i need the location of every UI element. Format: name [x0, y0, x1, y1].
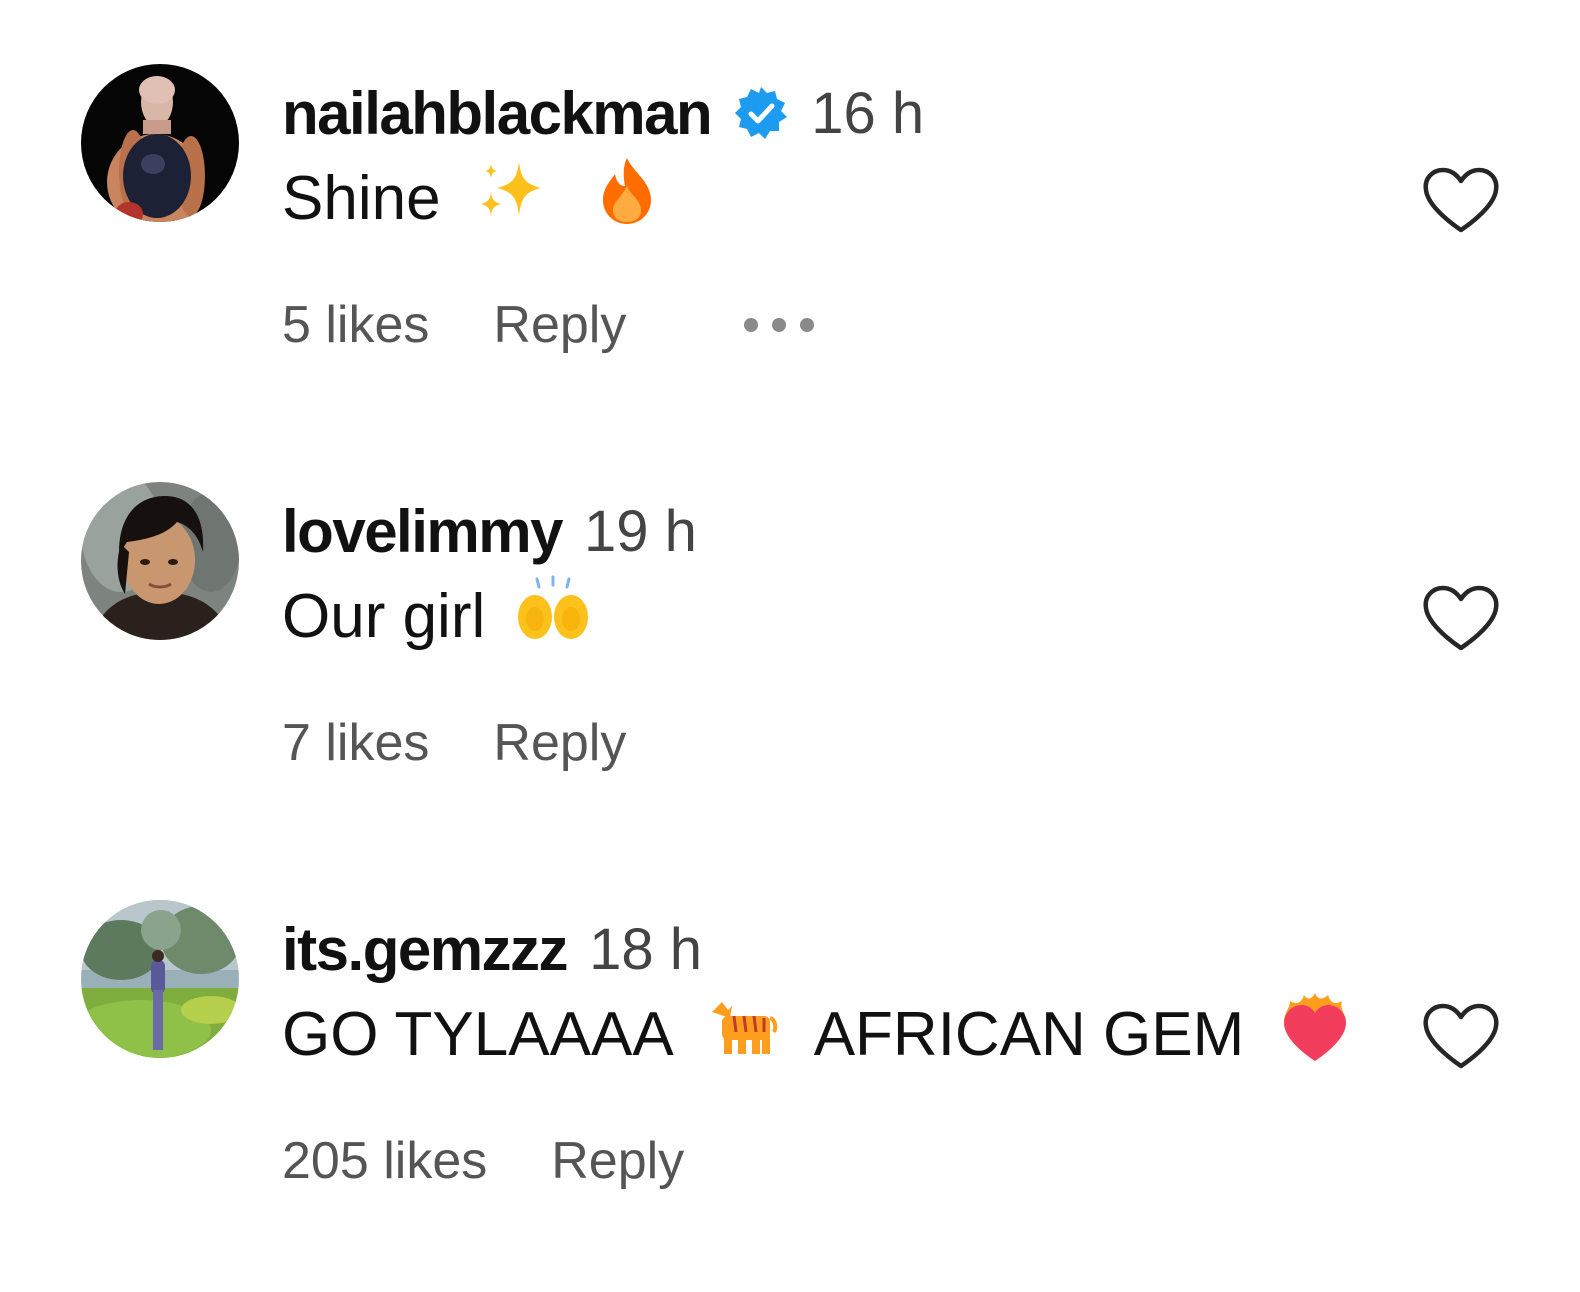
raising-hands-emoji: [515, 575, 591, 658]
comment-text: GO TYLAAAA AFRICAN GEM: [282, 992, 1350, 1072]
comment-text-content: Shine: [282, 163, 441, 233]
comment-header: nailahblackman 16 h: [282, 78, 924, 148]
avatar-image: [81, 64, 239, 222]
fire-emoji: [599, 156, 655, 241]
reply-button[interactable]: Reply: [493, 295, 626, 355]
avatar-image: [81, 482, 239, 640]
more-dot: [800, 318, 815, 332]
comment-item: lovelimmy 19 h Our girl 7 likes Reply: [0, 482, 1580, 872]
reply-button[interactable]: Reply: [551, 1131, 684, 1191]
comment-text-part1: GO TYLAAAA: [282, 999, 674, 1069]
comment-text: Shine: [282, 157, 655, 239]
tiger-emoji: [708, 998, 778, 1071]
username[interactable]: nailahblackman: [282, 79, 713, 148]
sparkles-emoji: [475, 158, 547, 239]
comment-item: nailahblackman 16 h Shine 5 likes Reply: [0, 64, 1580, 454]
more-options-icon[interactable]: [744, 305, 815, 345]
verified-badge-icon: [733, 85, 789, 141]
avatar-image: [81, 900, 239, 1058]
more-dot: [744, 318, 759, 332]
comment-text-content: Our girl: [282, 581, 486, 651]
like-heart-icon[interactable]: [1422, 584, 1500, 654]
reply-button[interactable]: Reply: [493, 713, 626, 773]
comment-text: Our girl: [282, 575, 591, 654]
like-heart-icon[interactable]: [1422, 166, 1500, 236]
username[interactable]: lovelimmy: [282, 497, 563, 566]
likes-count[interactable]: 7 likes: [282, 713, 429, 773]
heart-on-fire-emoji: [1280, 991, 1350, 1078]
avatar[interactable]: [81, 64, 239, 222]
comment-time: 19 h: [583, 498, 697, 564]
comment-header: lovelimmy 19 h: [282, 496, 697, 566]
comment-footer: 205 likes Reply: [282, 1126, 684, 1196]
comment-footer: 5 likes Reply: [282, 290, 815, 360]
comment-item: its.gemzzz 18 h GO TYLAAAA AFRICAN GEM 2…: [0, 900, 1580, 1290]
avatar[interactable]: [81, 482, 239, 640]
comment-header: its.gemzzz 18 h: [282, 914, 702, 984]
more-dot: [772, 318, 787, 332]
like-heart-icon[interactable]: [1422, 1002, 1500, 1072]
comment-time: 16 h: [811, 80, 925, 146]
username[interactable]: its.gemzzz: [282, 915, 569, 984]
comment-text-part2: AFRICAN GEM: [813, 999, 1245, 1069]
comment-time: 18 h: [589, 916, 702, 982]
comment-footer: 7 likes Reply: [282, 708, 626, 778]
avatar[interactable]: [81, 900, 239, 1058]
likes-count[interactable]: 5 likes: [282, 295, 429, 355]
likes-count[interactable]: 205 likes: [282, 1131, 487, 1191]
